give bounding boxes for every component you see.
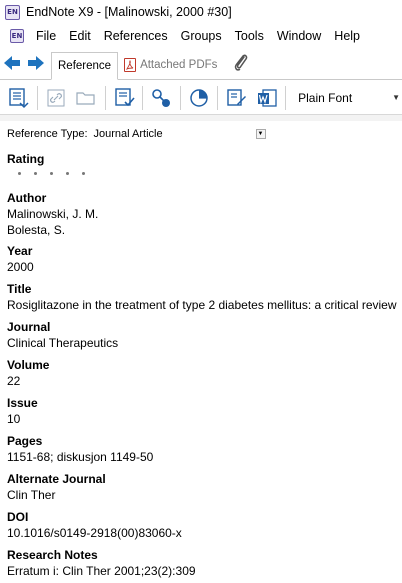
- pie-chart-icon[interactable]: [187, 85, 212, 111]
- alternate-journal-field: Alternate Journal Clin Ther: [7, 472, 399, 503]
- year-value[interactable]: 2000: [7, 259, 399, 275]
- find-fulltext-icon[interactable]: [149, 85, 174, 111]
- word-document-icon[interactable]: [255, 85, 280, 111]
- menu-groups[interactable]: Groups: [175, 29, 229, 43]
- rating-star-icon[interactable]: [66, 172, 69, 175]
- rating-star-icon[interactable]: [50, 172, 53, 175]
- chevron-down-icon: ▼: [392, 93, 401, 102]
- alternate-journal-label: Alternate Journal: [7, 472, 106, 486]
- journal-field: Journal Clinical Therapeutics: [7, 320, 399, 351]
- font-select[interactable]: Plain Font ▼: [292, 85, 402, 111]
- toolbar-separator: [104, 85, 106, 110]
- chevron-down-icon[interactable]: ▼: [255, 129, 266, 139]
- doi-label: DOI: [7, 510, 29, 524]
- author-value[interactable]: Malinowski, J. M. Bolesta, S.: [7, 206, 399, 238]
- forward-arrow-icon[interactable]: [27, 47, 45, 79]
- menu-references[interactable]: References: [98, 29, 175, 43]
- reference-type-value: Journal Article: [93, 128, 163, 140]
- rating-label: Rating: [7, 152, 45, 166]
- rating-field: Rating: [7, 152, 399, 175]
- toolbar-separator: [285, 85, 287, 110]
- edit-document-icon[interactable]: [224, 85, 249, 111]
- alternate-journal-value[interactable]: Clin Ther: [7, 487, 399, 503]
- reference-type-select[interactable]: Journal Article ▼: [94, 127, 266, 141]
- tab-reference-label: Reference: [58, 60, 112, 72]
- font-select-value: Plain Font: [298, 90, 353, 105]
- issue-field: Issue 10: [7, 396, 399, 427]
- year-label: Year: [7, 244, 33, 258]
- menu-bar: EN File Edit References Groups Tools Win…: [0, 24, 402, 48]
- volume-value[interactable]: 22: [7, 373, 399, 389]
- issue-value[interactable]: 10: [7, 411, 399, 427]
- rating-star-icon[interactable]: [18, 172, 21, 175]
- title-bar: EN EndNote X9 - [Malinowski, 2000 #30]: [0, 0, 402, 24]
- tab-attached-pdfs-label: Attached PDFs: [140, 59, 218, 71]
- menu-help[interactable]: Help: [328, 29, 367, 43]
- toolbar-separator: [142, 85, 144, 110]
- paperclip-icon[interactable]: [233, 52, 249, 75]
- research-notes-field: Research Notes Erratum i: Clin Ther 2001…: [7, 548, 399, 579]
- issue-label: Issue: [7, 396, 38, 410]
- journal-value[interactable]: Clinical Therapeutics: [7, 335, 399, 351]
- title-field: Title Rosiglitazone in the treatment of …: [7, 282, 399, 313]
- toolbar: Plain Font ▼: [0, 81, 402, 115]
- tab-reference[interactable]: Reference: [51, 52, 119, 80]
- title-value[interactable]: Rosiglitazone in the treatment of type 2…: [7, 297, 399, 313]
- doi-value[interactable]: 10.1016/s0149-2918(00)83060-x: [7, 525, 399, 541]
- research-notes-value[interactable]: Erratum i: Clin Ther 2001;23(2):309: [7, 563, 399, 579]
- pages-value[interactable]: 1151-68; diskusjon 1149-50: [7, 449, 399, 465]
- toolbar-separator: [179, 85, 181, 110]
- tab-row: Reference Attached PDFs: [0, 48, 402, 80]
- research-notes-label: Research Notes: [7, 548, 98, 562]
- journal-label: Journal: [7, 320, 51, 334]
- title-label: Title: [7, 282, 32, 296]
- author-label: Author: [7, 191, 47, 205]
- reference-type-label: Reference Type:: [7, 128, 88, 140]
- year-field: Year 2000: [7, 244, 399, 275]
- rating-star-icon[interactable]: [82, 172, 85, 175]
- menu-edit[interactable]: Edit: [63, 29, 98, 43]
- toolbar-separator: [217, 85, 219, 110]
- toolbar-separator: [36, 85, 38, 110]
- back-arrow-icon[interactable]: [3, 47, 21, 79]
- reference-form: Reference Type: Journal Article ▼ Rating…: [0, 121, 402, 583]
- author-field: Author Malinowski, J. M. Bolesta, S.: [7, 191, 399, 238]
- doi-field: DOI 10.1016/s0149-2918(00)83060-x: [7, 510, 399, 541]
- menu-tools[interactable]: Tools: [229, 29, 271, 43]
- author-line: Malinowski, J. M.: [7, 207, 99, 221]
- menu-file[interactable]: File: [30, 29, 63, 43]
- reference-type-row: Reference Type: Journal Article ▼: [7, 127, 266, 141]
- document-logo-icon[interactable]: EN: [10, 29, 24, 43]
- rating-star-icon[interactable]: [34, 172, 37, 175]
- insert-citation-icon[interactable]: [6, 85, 31, 111]
- pdf-icon: [124, 58, 137, 72]
- author-line: Bolesta, S.: [7, 223, 66, 237]
- endnote-logo-icon: EN: [5, 4, 20, 20]
- menu-window[interactable]: Window: [271, 29, 328, 43]
- volume-field: Volume 22: [7, 358, 399, 389]
- tab-attached-pdfs[interactable]: Attached PDFs: [118, 51, 223, 79]
- pages-label: Pages: [7, 434, 43, 448]
- checklist-icon[interactable]: [112, 85, 137, 111]
- rating-stars[interactable]: [18, 172, 399, 175]
- volume-label: Volume: [7, 358, 50, 372]
- window-title: EndNote X9 - [Malinowski, 2000 #30]: [26, 5, 232, 19]
- pages-field: Pages 1151-68; diskusjon 1149-50: [7, 434, 399, 465]
- link-icon[interactable]: [44, 85, 69, 111]
- open-folder-icon[interactable]: [74, 85, 99, 111]
